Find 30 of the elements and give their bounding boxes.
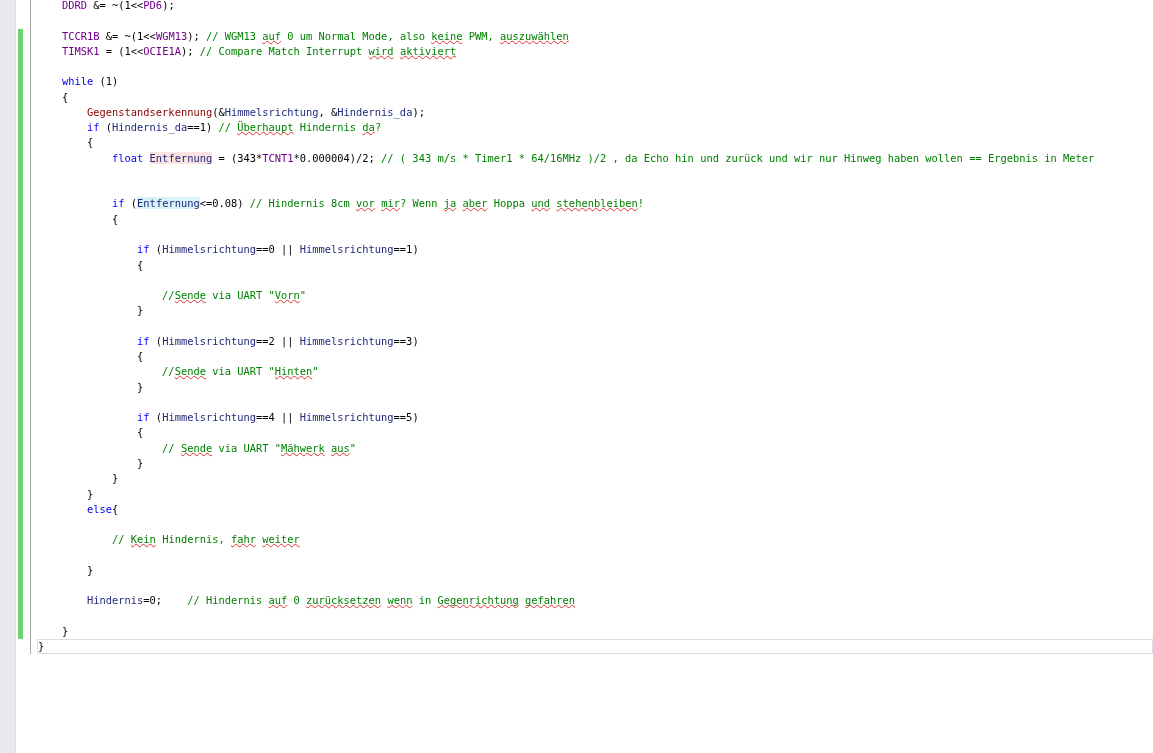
code-line: { <box>136 257 145 273</box>
code-line: if (Entfernung<=0.08) // Hindernis 8cm vor mir? Wenn ja aber Hoppa und stehenbleiben! <box>111 196 645 212</box>
code-line: else{ <box>86 501 120 517</box>
code-line: float Entfernung = (343*TCNT1*0.000004)/2; // ( 343 m/s * Timer1 * 64/16MHz )/2 , da Echo hin und zurück und wir nur Hinweg haben wollen == Ergebnis in Meter <box>111 150 1096 166</box>
code-line: // Sende via UART "Mähwerk aus" <box>161 440 358 456</box>
code-line: { <box>61 89 70 105</box>
code-line: DDRD &= ~(1<<PD6); <box>61 0 176 13</box>
code-line: } <box>61 623 70 639</box>
code-line: } <box>111 471 120 487</box>
code-line: { <box>136 349 145 365</box>
code-line: } <box>86 562 95 578</box>
code-line: Hindernis=0; // Hindernis auf 0 zurücksetzen wenn in Gegenrichtung gefahren <box>86 593 577 609</box>
code-line: } <box>136 455 145 471</box>
code-line: { <box>86 135 95 151</box>
code-line: TIMSK1 = (1<<OCIE1A); // Compare Match Interrupt wird aktiviert <box>61 43 458 59</box>
code-line: Gegenstandserkennung(&Himmelsrichtung, &Hindernis_da); <box>86 104 426 121</box>
code-line: // Kein Hindernis, fahr weiter <box>111 532 301 548</box>
code-line: } <box>136 303 145 319</box>
code-line: { <box>136 425 145 441</box>
code-line: if (Himmelsrichtung==0 || Himmelsrichtung==1) <box>136 242 420 258</box>
code-line: //Sende via UART "Vorn" <box>161 288 308 304</box>
code-line: } <box>86 486 95 502</box>
code-line: { <box>111 211 120 227</box>
code-line: TCCR1B &= ~(1<<WGM13); // WGM13 auf 0 um Normal Mode, also keine PWM, auszuwählen <box>61 28 570 44</box>
code-line: if (Himmelsrichtung==2 || Himmelsrichtung==3) <box>136 333 420 350</box>
code-line: //Sende via UART "Hinten" <box>161 364 320 380</box>
code-line: while (1) <box>61 74 120 90</box>
code-line: if (Himmelsrichtung==4 || Himmelsrichtung==5) <box>136 410 420 426</box>
code-line: if (Hindernis_da==1) // Überhaupt Hindernis da? <box>86 120 383 136</box>
code-line: } <box>136 379 145 395</box>
